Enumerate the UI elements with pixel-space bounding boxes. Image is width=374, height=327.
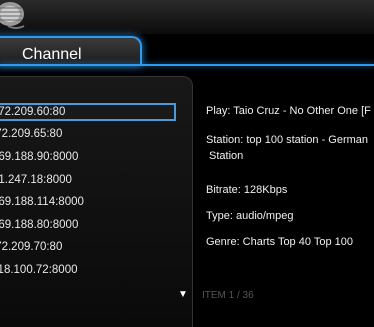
station-list-item[interactable]: 169.188.90:8000 [0,148,78,166]
station-list-item[interactable]: .72.209.70:80 [0,238,62,256]
station-list-item[interactable]: 169.188.80:8000 [0,216,78,234]
mime-type: Type: audio/mpeg [206,210,294,222]
microphone-logo-icon [0,2,25,29]
tab-channel[interactable]: Channel [0,36,142,66]
tab-divider [0,64,374,66]
item-counter: ITEM 1 / 36 [202,290,254,301]
scroll-down-arrow-icon[interactable]: ▼ [178,289,188,300]
station-list: .72.209.60:80 .72.209.65:80 169.188.90:8… [0,76,193,327]
station-list-item[interactable]: 169.188.114:8000 [0,193,84,211]
top-bar [0,0,374,34]
now-playing: Play: Taio Cruz - No Other One [F [206,105,371,117]
station-list-item[interactable]: 71.247.18:8000 [0,171,72,189]
station-list-item[interactable]: .72.209.65:80 [0,125,62,143]
genre: Genre: Charts Top 40 Top 100 [206,236,353,248]
station-list-item[interactable]: 118.100.72:8000 [0,261,77,279]
station-name-continued: Station [209,150,244,162]
station-list-item[interactable]: .72.209.60:80 [0,103,176,121]
station-name: Station: top 100 station - German [206,134,369,146]
tab-channel-label: Channel [22,46,82,63]
bitrate: Bitrate: 128Kbps [206,184,288,196]
